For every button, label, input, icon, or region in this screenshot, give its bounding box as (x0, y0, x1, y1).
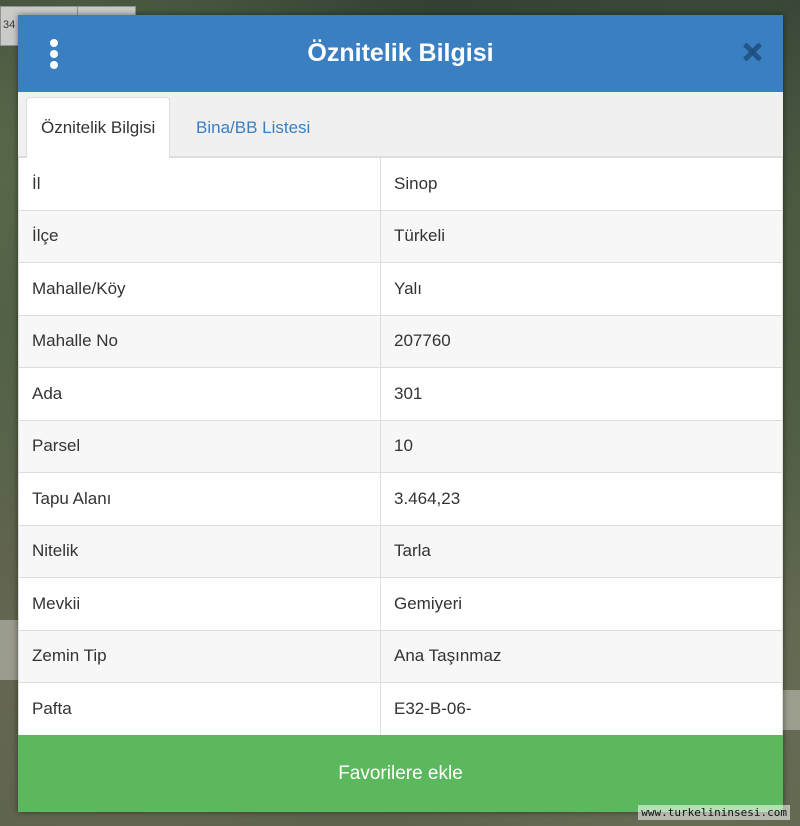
attribute-key: Mevkii (18, 577, 381, 631)
attribute-key: Pafta (18, 682, 381, 736)
table-row: Tapu Alanı 3.464,23 (18, 472, 783, 526)
table-row: Mahalle/Köy Yalı (18, 262, 783, 316)
tab-building-list[interactable]: Bina/BB Listesi (182, 97, 324, 158)
attribute-key: Mahalle/Köy (18, 262, 381, 316)
attribute-value: Sinop (380, 157, 783, 211)
dialog-header: Öznitelik Bilgisi (18, 15, 783, 92)
tab-attribute-info[interactable]: Öznitelik Bilgisi (26, 97, 171, 158)
attribute-info-dialog: Öznitelik Bilgisi Öznitelik Bilgisi Bina… (18, 15, 783, 812)
vertical-ellipsis-icon[interactable] (48, 39, 60, 69)
table-row: Parsel 10 (18, 419, 783, 473)
attribute-key: Nitelik (18, 524, 381, 578)
map-road (0, 620, 18, 680)
attribute-value: Yalı (380, 262, 783, 316)
attribute-key: Mahalle No (18, 314, 381, 368)
attribute-key: Parsel (18, 419, 381, 473)
table-row: Pafta E32-B-06- (18, 682, 783, 736)
attribute-value: Ana Taşınmaz (380, 629, 783, 683)
table-row: İlçe Türkeli (18, 209, 783, 263)
table-row: Ada 301 (18, 367, 783, 421)
tab-bar: Öznitelik Bilgisi Bina/BB Listesi (18, 92, 783, 158)
attribute-key: İl (18, 157, 381, 211)
table-row: Mahalle No 207760 (18, 314, 783, 368)
watermark: www.turkelininsesi.com (638, 805, 790, 820)
attribute-value: 207760 (380, 314, 783, 368)
table-row: Nitelik Tarla (18, 524, 783, 578)
attribute-value: Türkeli (380, 209, 783, 263)
attribute-value: Tarla (380, 524, 783, 578)
attribute-value: 3.464,23 (380, 472, 783, 526)
attribute-value: Gemiyeri (380, 577, 783, 631)
attribute-key: Ada (18, 367, 381, 421)
attribute-key: İlçe (18, 209, 381, 263)
attribute-value: E32-B-06- (380, 682, 783, 736)
table-row: İl Sinop (18, 157, 783, 211)
map-scale-label: 34 (3, 19, 16, 31)
attribute-key: Zemin Tip (18, 629, 381, 683)
table-row: Mevkii Gemiyeri (18, 577, 783, 631)
attribute-key: Tapu Alanı (18, 472, 381, 526)
attribute-table: İl Sinop İlçe Türkeli Mahalle/Köy Yalı Mahalle… (18, 157, 783, 736)
map-road (783, 690, 800, 730)
add-to-favorites-button[interactable]: Favorilere ekle (18, 735, 783, 812)
table-row: Zemin Tip Ana Taşınmaz (18, 629, 783, 683)
attribute-value: 301 (380, 367, 783, 421)
close-icon[interactable] (741, 41, 763, 63)
attribute-value: 10 (380, 419, 783, 473)
dialog-title: Öznitelik Bilgisi (307, 39, 494, 67)
